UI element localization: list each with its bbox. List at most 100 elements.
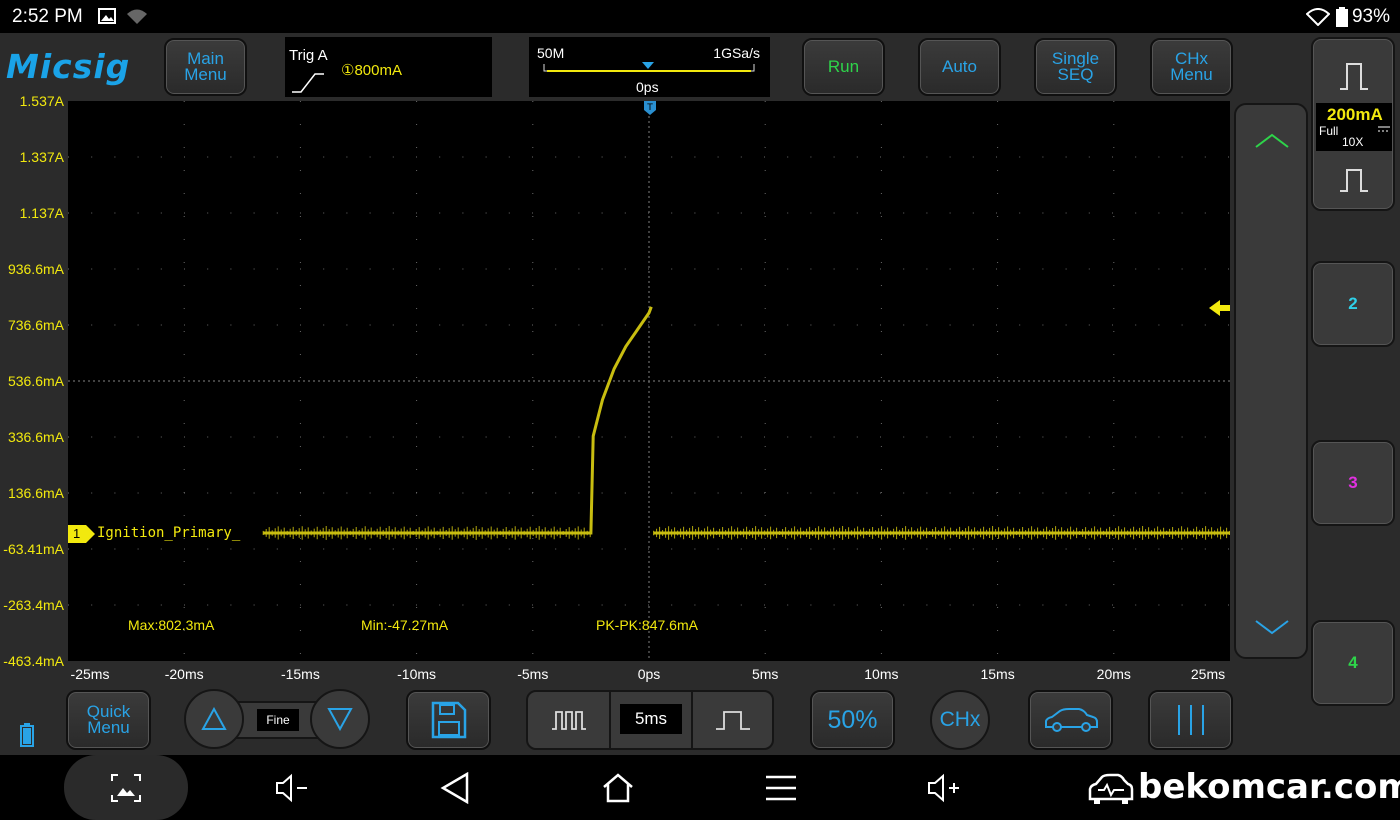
- y-axis-tick-label: 536.6mA: [7, 373, 64, 389]
- single-pulse-icon: [715, 711, 750, 730]
- timebase-value-box: 5ms: [620, 704, 682, 734]
- y-axis-tick-label: 1.537A: [19, 93, 64, 109]
- pulse-wide-icon: [1340, 63, 1368, 90]
- auto-label: Auto: [942, 57, 977, 76]
- timebase-increase-button[interactable]: [691, 692, 772, 748]
- adjust-control: Fine: [184, 689, 370, 751]
- y-axis-tick-label: 936.6mA: [7, 261, 64, 277]
- back-button[interactable]: [425, 755, 485, 820]
- y-axis-labels: 1.537A 1.337A 1.137A 936.6mA 736.6mA 536.6mA 3…: [0, 93, 68, 669]
- menu-icon: [766, 775, 796, 800]
- signal-icon: [127, 9, 147, 24]
- main-menu-label: Main Menu: [184, 49, 227, 84]
- decrease-up-button[interactable]: [184, 689, 244, 749]
- timebase-decrease-button[interactable]: [528, 692, 611, 748]
- x-axis-tick-label: 10ms: [864, 666, 899, 682]
- channel-1-panel[interactable]: 200mA Full 10X: [1311, 37, 1395, 211]
- save-button[interactable]: [406, 690, 491, 750]
- chx-menu-button[interactable]: CHx Menu: [1150, 38, 1233, 96]
- trigger-level-arrow-icon: [1209, 300, 1230, 316]
- auto-mode-button[interactable]: [1028, 690, 1113, 750]
- single-seq-label: Single SEQ: [1051, 49, 1100, 84]
- channel-4-button[interactable]: 4: [1311, 620, 1395, 706]
- fifty-percent-label: 50%: [827, 706, 878, 734]
- navigation-bar: bekomcar.com: [0, 755, 1400, 820]
- triangle-down-icon: [327, 708, 353, 731]
- chx-menu-label: CHx Menu: [1170, 49, 1213, 84]
- quick-menu-button[interactable]: Quick Menu: [66, 690, 151, 750]
- watermark-text: bekomcar.com: [1138, 767, 1400, 807]
- x-axis-labels: -25ms -20ms -15ms -10ms -5ms 0ps 5ms 10ms 15ms 20…: [68, 663, 1230, 685]
- main-menu-button[interactable]: Main Menu: [164, 38, 247, 96]
- x-axis-tick-label: -15ms: [280, 666, 320, 682]
- timebase-info-panel[interactable]: 50M 1GSa/s 0ps: [529, 37, 770, 97]
- y-axis-tick-label: 736.6mA: [7, 317, 64, 333]
- svg-text:T: T: [646, 103, 653, 113]
- save-icon: [431, 701, 466, 739]
- trigger-marker-icon: T: [644, 101, 656, 115]
- graticule: [68, 101, 1230, 661]
- y-axis-tick-label: -263.4mA: [3, 597, 64, 613]
- channel-1-marker[interactable]: 1: [68, 525, 96, 543]
- channel-4-label: 4: [1348, 653, 1358, 672]
- x-axis-tick-label: -5ms: [517, 666, 549, 682]
- scroll-up-icon[interactable]: [1254, 133, 1290, 149]
- channel-1-coupling: Full: [1319, 124, 1339, 138]
- channel-3-button[interactable]: 3: [1311, 440, 1395, 526]
- channel-3-label: 3: [1348, 473, 1358, 492]
- run-button[interactable]: Run: [802, 38, 885, 96]
- channel-1-scale-box: 200mA Full 10X: [1316, 103, 1392, 151]
- triangle-up-icon: [201, 707, 227, 730]
- x-axis-tick-label: -20ms: [164, 666, 204, 682]
- fine-toggle[interactable]: Fine: [257, 709, 299, 731]
- back-icon: [440, 771, 469, 804]
- battery-percent: 93%: [1351, 6, 1390, 27]
- scroll-panel: [1234, 103, 1308, 659]
- single-seq-button[interactable]: Single SEQ: [1034, 38, 1117, 96]
- cursor-button[interactable]: [1148, 690, 1233, 750]
- image-icon: [98, 8, 116, 24]
- y-axis-tick-label: 1.137A: [19, 205, 64, 221]
- volume-down-icon: [276, 773, 307, 802]
- timebase-value: 5ms: [634, 709, 668, 728]
- volume-up-button[interactable]: [914, 755, 974, 820]
- oscilloscope-app: Micsig Main Menu Trig A ①800mA 50M 1GSa/…: [0, 33, 1400, 755]
- waveform-display[interactable]: T 1 Ignition_Primary_ Max:802.3mA Min:-4…: [68, 101, 1230, 661]
- trigger-info-panel[interactable]: Trig A ①800mA: [285, 37, 492, 97]
- home-button[interactable]: [588, 755, 648, 820]
- measurement-min: Min:-47.27mA: [361, 617, 449, 633]
- pulse-train-icon: [551, 711, 586, 730]
- channel-2-label: 2: [1348, 294, 1358, 313]
- y-axis-tick-label: 1.337A: [19, 149, 64, 165]
- home-icon: [603, 772, 633, 802]
- rising-edge-icon: [292, 73, 324, 93]
- screenshot-button[interactable]: [64, 755, 188, 820]
- increase-down-button[interactable]: [310, 689, 370, 749]
- recents-button[interactable]: [751, 755, 811, 820]
- x-axis-tick-label: 15ms: [980, 666, 1015, 682]
- chx-label: CHx: [939, 708, 981, 731]
- y-axis-tick-label: -463.4mA: [3, 653, 64, 669]
- channel-1-scale: 200mA: [1327, 105, 1383, 124]
- sample-rate: 1GSa/s: [713, 45, 760, 61]
- pulse-narrow-icon: [1340, 169, 1368, 192]
- x-axis-tick-label: 25ms: [1190, 666, 1226, 682]
- y-axis-tick-label: 136.6mA: [7, 485, 64, 501]
- timebase-control: 5ms: [526, 690, 774, 750]
- car-icon: [1044, 708, 1098, 732]
- horizontal-position-bar: [543, 62, 755, 72]
- chx-circle-button[interactable]: CHx: [930, 690, 990, 750]
- x-axis-tick-label: -10ms: [397, 666, 437, 682]
- measurement-pkpk: PK-PK:847.6mA: [596, 617, 698, 633]
- channel-2-button[interactable]: 2: [1311, 261, 1395, 347]
- fifty-percent-button[interactable]: 50%: [810, 690, 895, 750]
- screenshot-icon: [111, 773, 141, 802]
- x-axis-tick-label: -25ms: [70, 666, 110, 682]
- scroll-down-icon[interactable]: [1254, 619, 1290, 635]
- auto-button[interactable]: Auto: [918, 38, 1001, 96]
- channel-1-name: Ignition_Primary_: [97, 525, 241, 541]
- horizontal-position: 0ps: [636, 79, 659, 95]
- volume-down-button[interactable]: [262, 755, 322, 820]
- waveform-plot: T: [68, 101, 1230, 661]
- battery-level-icon: [20, 723, 34, 747]
